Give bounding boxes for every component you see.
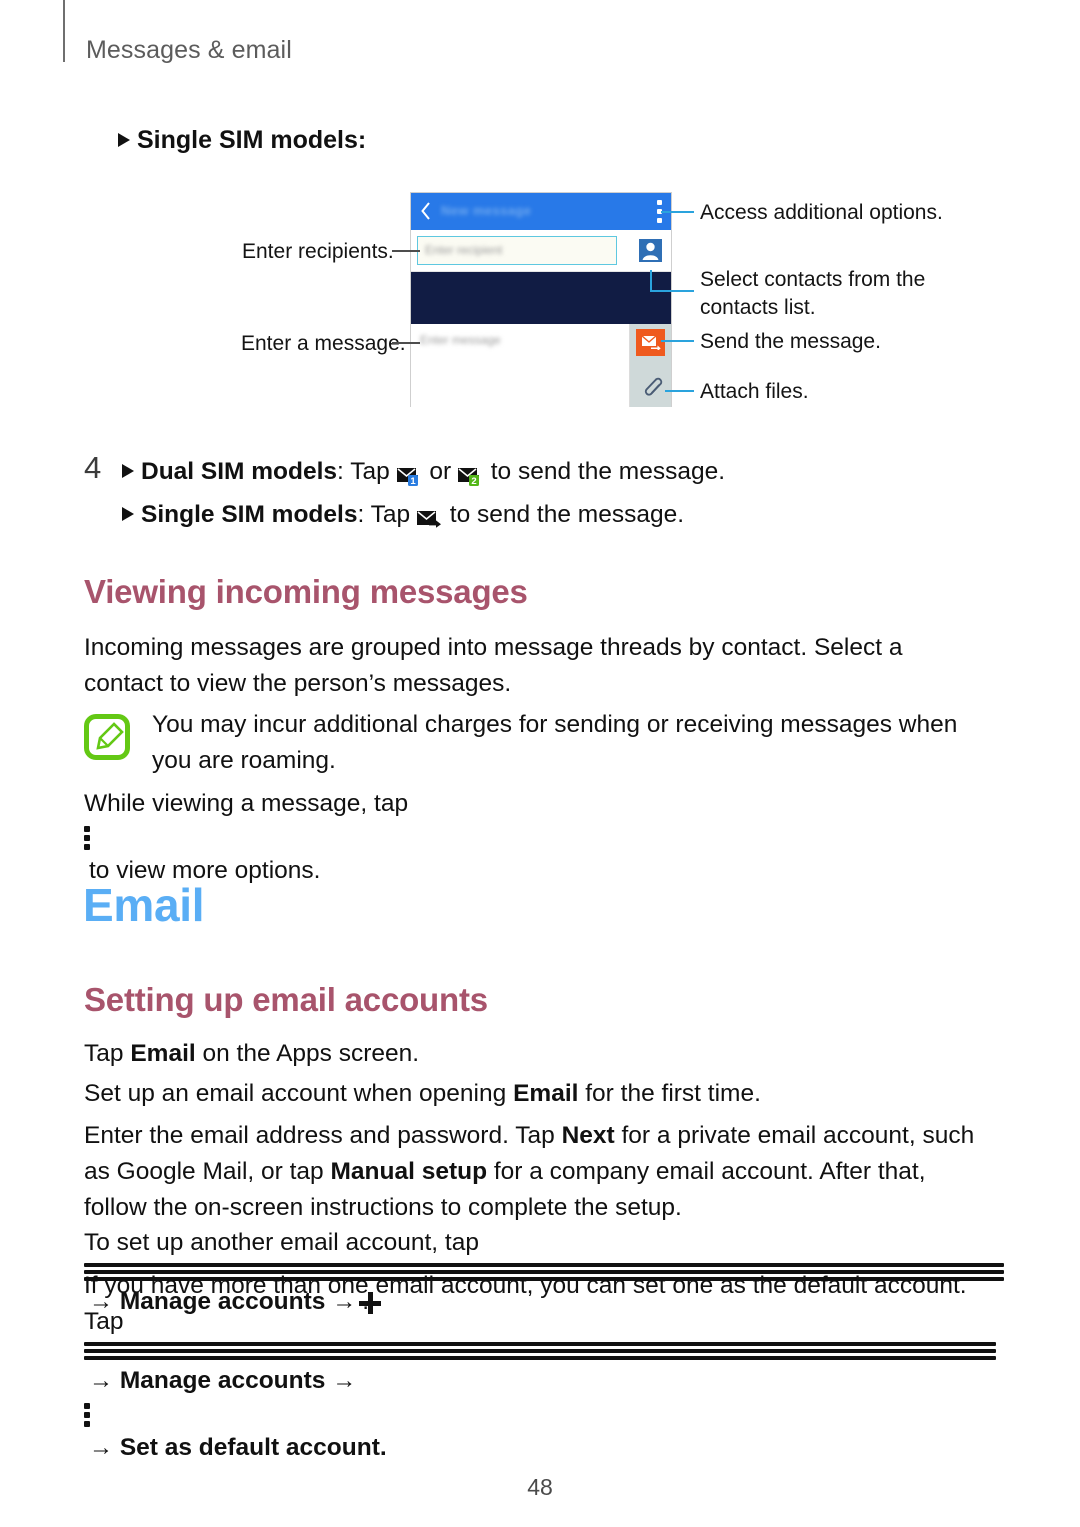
p3-bold1: Next bbox=[561, 1122, 615, 1149]
p5-arrow-2: → bbox=[332, 1367, 357, 1394]
single-sim-models-label-2: Single SIM models bbox=[141, 501, 358, 528]
leader-line-recipients bbox=[392, 250, 420, 252]
phone-screen-title: New message bbox=[441, 203, 532, 218]
triangle-right-icon bbox=[122, 464, 134, 478]
view-more-options-text-a: While viewing a message, tap bbox=[84, 790, 409, 817]
viewing-incoming-heading: Viewing incoming messages bbox=[84, 573, 528, 610]
callout-send-message: Send the message. bbox=[700, 330, 881, 353]
callout-enter-recipients: Enter recipients. bbox=[242, 240, 394, 263]
step4-single-sim-line: Single SIM models: Tap to send the messa… bbox=[122, 497, 822, 537]
leader-line-options bbox=[661, 211, 694, 213]
phone-thread-area bbox=[411, 272, 671, 324]
phone-recipient-row: Enter recipient bbox=[411, 230, 671, 272]
p5-end: . bbox=[379, 1434, 387, 1461]
kebab-menu-icon bbox=[84, 1403, 996, 1427]
p5-bold1: Manage accounts bbox=[119, 1367, 326, 1394]
contact-person-icon[interactable] bbox=[638, 238, 663, 263]
kebab-menu-icon bbox=[84, 826, 984, 850]
page-number: 48 bbox=[527, 1474, 553, 1500]
send-message-icon bbox=[416, 501, 443, 537]
single-sim-text-a: : Tap bbox=[357, 501, 417, 528]
header-rule bbox=[63, 0, 65, 62]
phone-screenshot: New message Enter recipient Enter messag… bbox=[410, 192, 672, 407]
send-message-sim1-icon: 1 bbox=[396, 458, 423, 494]
leader-line-contacts bbox=[650, 290, 694, 292]
single-sim-models-label: Single SIM models: bbox=[137, 126, 367, 154]
note-pen-icon bbox=[84, 714, 130, 760]
dual-sim-text-b: or bbox=[422, 458, 458, 485]
dual-sim-models-label: Dual SIM models bbox=[141, 458, 338, 485]
email-paragraph-1: Tap Email on the Apps screen. bbox=[84, 1036, 984, 1072]
email-paragraph-5: If you have more than one email account,… bbox=[84, 1268, 996, 1470]
chevron-left-icon[interactable] bbox=[421, 202, 431, 220]
leader-line-contacts-vert bbox=[650, 270, 652, 292]
setting-up-email-heading: Setting up email accounts bbox=[84, 981, 488, 1018]
callout-select-contacts: Select contacts from the contacts list. bbox=[700, 268, 926, 319]
email-paragraph-3: Enter the email address and password. Ta… bbox=[84, 1118, 984, 1226]
dual-sim-text-a: : Tap bbox=[337, 458, 397, 485]
step4-dual-sim-line: Dual SIM models: Tap 1 or 2 to send the … bbox=[122, 454, 822, 494]
view-more-options-line: While viewing a message, tap to view mor… bbox=[84, 786, 984, 893]
triangle-right-icon bbox=[122, 507, 134, 521]
svg-text:1: 1 bbox=[410, 476, 416, 487]
recipient-input[interactable]: Enter recipient bbox=[417, 236, 617, 265]
leader-line-attach bbox=[665, 390, 694, 392]
p2-b: for the first time. bbox=[578, 1080, 761, 1107]
p2-a: Set up an email account when opening bbox=[84, 1080, 514, 1107]
leader-line-send bbox=[661, 340, 694, 342]
p1-b: on the Apps screen. bbox=[195, 1040, 420, 1067]
p4-a: To set up another email account, tap bbox=[84, 1229, 479, 1256]
triangle-right-icon bbox=[118, 133, 130, 147]
p5-arrow-3: → bbox=[89, 1434, 113, 1461]
message-placeholder: Enter message bbox=[420, 333, 501, 347]
p3-bold2: Manual setup bbox=[330, 1158, 488, 1185]
phone-compose-area: Enter message bbox=[411, 324, 671, 407]
note-text: You may incur additional charges for sen… bbox=[152, 711, 958, 774]
p2-bold: Email bbox=[513, 1080, 579, 1107]
send-message-icon[interactable] bbox=[636, 329, 665, 356]
p5-a: If you have more than one email account,… bbox=[84, 1272, 967, 1335]
p1-a: Tap bbox=[84, 1040, 131, 1067]
hamburger-menu-icon bbox=[84, 1342, 996, 1360]
recipient-placeholder: Enter recipient bbox=[425, 243, 503, 257]
viewing-incoming-paragraph: Incoming messages are grouped into messa… bbox=[84, 634, 903, 697]
dual-sim-text-c: to send the message. bbox=[483, 458, 726, 485]
phone-action-panel bbox=[629, 324, 671, 407]
callout-access-options: Access additional options. bbox=[700, 201, 943, 224]
p3-a: Enter the email address and password. Ta… bbox=[84, 1122, 562, 1149]
phone-status-bar: New message bbox=[411, 193, 671, 230]
paperclip-icon[interactable] bbox=[639, 374, 663, 398]
email-paragraph-2: Set up an email account when opening Ema… bbox=[84, 1076, 984, 1112]
chapter-title: Messages & email bbox=[86, 36, 292, 64]
leader-line-message bbox=[392, 342, 420, 344]
email-heading: Email bbox=[83, 879, 205, 931]
callout-enter-message: Enter a message. bbox=[241, 332, 406, 355]
p5-arrow-1: → bbox=[89, 1367, 113, 1394]
p5-bold2: Set as default account bbox=[119, 1434, 380, 1461]
p1-bold: Email bbox=[130, 1040, 196, 1067]
svg-text:2: 2 bbox=[471, 476, 476, 487]
callout-attach-files: Attach files. bbox=[700, 380, 809, 403]
send-message-sim2-icon: 2 bbox=[457, 458, 484, 494]
step-number-4: 4 bbox=[84, 450, 102, 485]
single-sim-models-heading: Single SIM models: bbox=[118, 126, 366, 155]
single-sim-text-b: to send the message. bbox=[442, 501, 685, 528]
